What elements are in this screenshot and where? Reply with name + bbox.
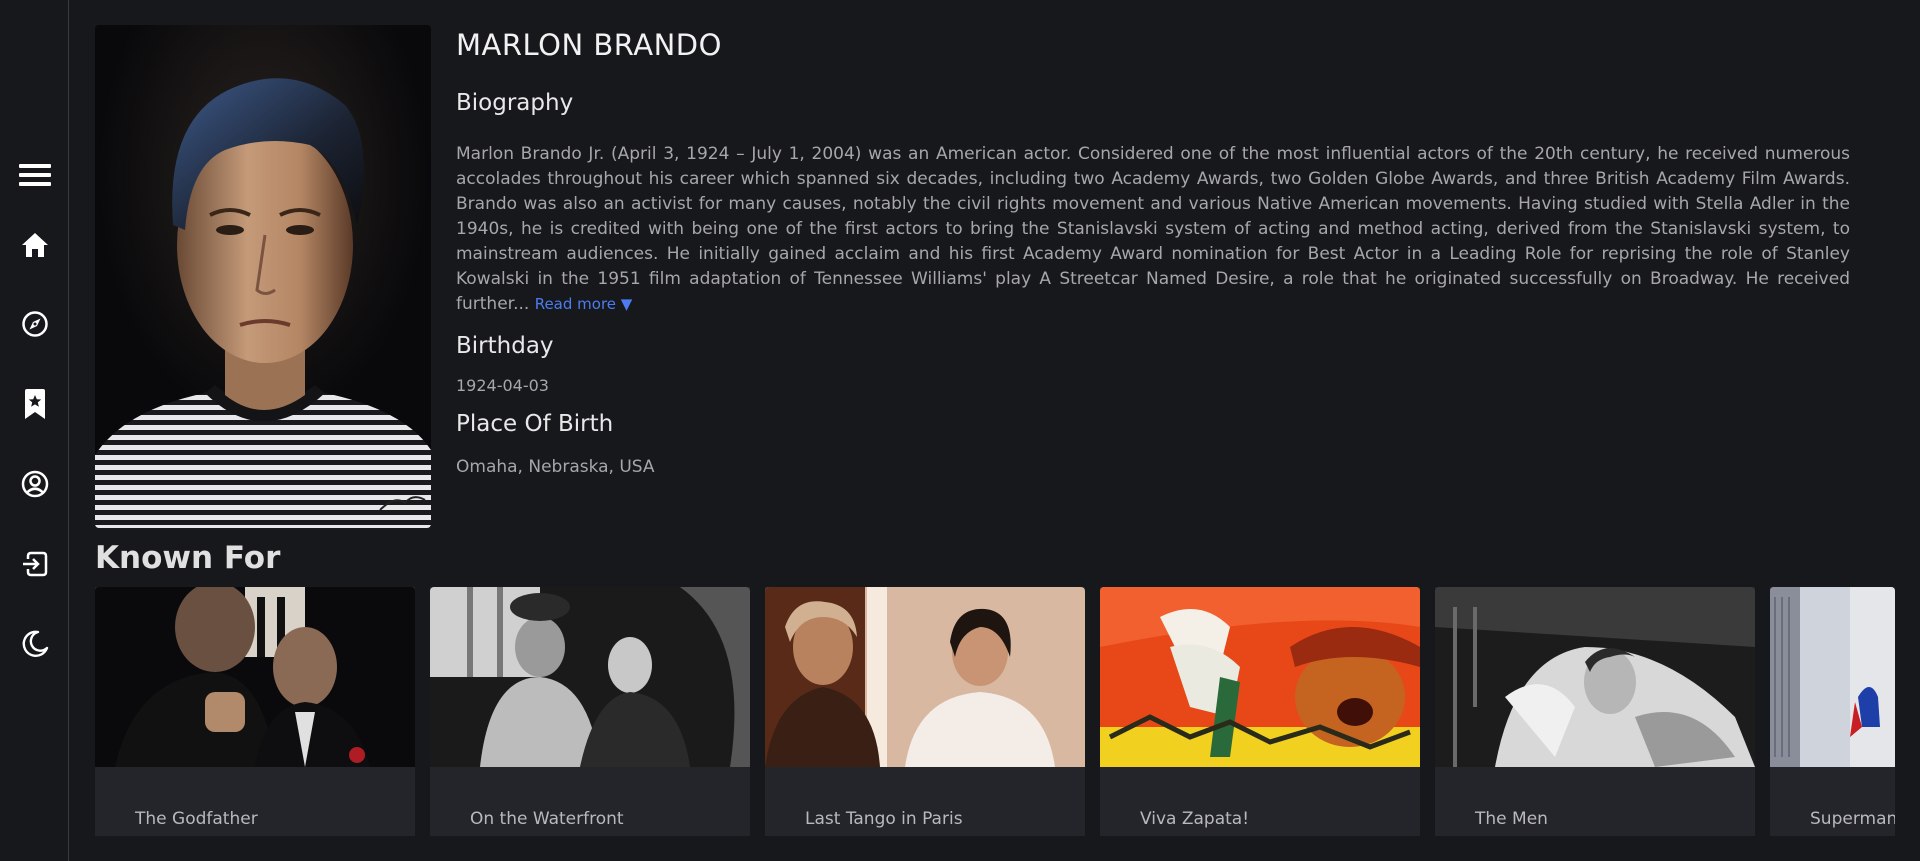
biography-heading: Biography <box>456 90 574 116</box>
profile-button[interactable] <box>15 464 55 504</box>
biography-body: Marlon Brando Jr. (April 3, 1924 – July … <box>456 144 1850 314</box>
place-of-birth-value: Omaha, Nebraska, USA <box>456 457 655 477</box>
compass-icon <box>22 311 48 337</box>
movie-poster <box>1435 587 1755 767</box>
profile-photo <box>95 25 431 528</box>
sign-in-icon <box>23 551 48 577</box>
biography-text: Marlon Brando Jr. (April 3, 1924 – July … <box>456 142 1850 317</box>
person-info: MARLON BRANDO Biography Marlon Brando Jr… <box>456 25 1850 478</box>
movie-poster <box>95 587 415 767</box>
known-for-carousel[interactable]: The Godfather On the Waterfront Last Tan… <box>95 587 1895 836</box>
menu-button[interactable] <box>15 155 55 195</box>
portrait-image <box>95 25 431 528</box>
sidebar <box>0 0 69 861</box>
movie-card[interactable]: Viva Zapata! <box>1100 587 1420 836</box>
movie-card[interactable]: On the Waterfront <box>430 587 750 836</box>
movie-card[interactable]: Superman <box>1770 587 1895 836</box>
movie-title: Superman <box>1810 809 1895 829</box>
movie-title: The Men <box>1475 809 1548 829</box>
birthday-value: 1924-04-03 <box>456 376 549 395</box>
movie-title: Last Tango in Paris <box>805 809 963 829</box>
theme-toggle[interactable] <box>15 624 55 664</box>
birthday-heading: Birthday <box>456 333 554 359</box>
known-for-heading: Known For <box>95 540 281 576</box>
explore-button[interactable] <box>15 304 55 344</box>
read-more-link[interactable]: Read more ▼ <box>535 295 633 313</box>
user-icon <box>21 470 49 498</box>
movie-card[interactable]: The Men <box>1435 587 1755 836</box>
movie-poster <box>1770 587 1895 767</box>
moon-icon <box>22 630 49 657</box>
movie-poster <box>1100 587 1420 767</box>
menu-icon <box>19 164 51 186</box>
person-name: MARLON BRANDO <box>456 28 722 62</box>
movie-card[interactable]: Last Tango in Paris <box>765 587 1085 836</box>
home-button[interactable] <box>15 225 55 265</box>
place-of-birth-heading: Place Of Birth <box>456 411 614 437</box>
movie-title: The Godfather <box>135 809 258 829</box>
sign-in-button[interactable] <box>15 544 55 584</box>
movie-title: On the Waterfront <box>470 809 624 829</box>
movie-poster <box>765 587 1085 767</box>
movie-poster <box>430 587 750 767</box>
home-icon <box>22 233 48 257</box>
bookmarks-button[interactable] <box>15 384 55 424</box>
movie-card[interactable]: The Godfather <box>95 587 415 836</box>
bookmark-icon <box>25 389 45 419</box>
movie-title: Viva Zapata! <box>1140 809 1250 829</box>
